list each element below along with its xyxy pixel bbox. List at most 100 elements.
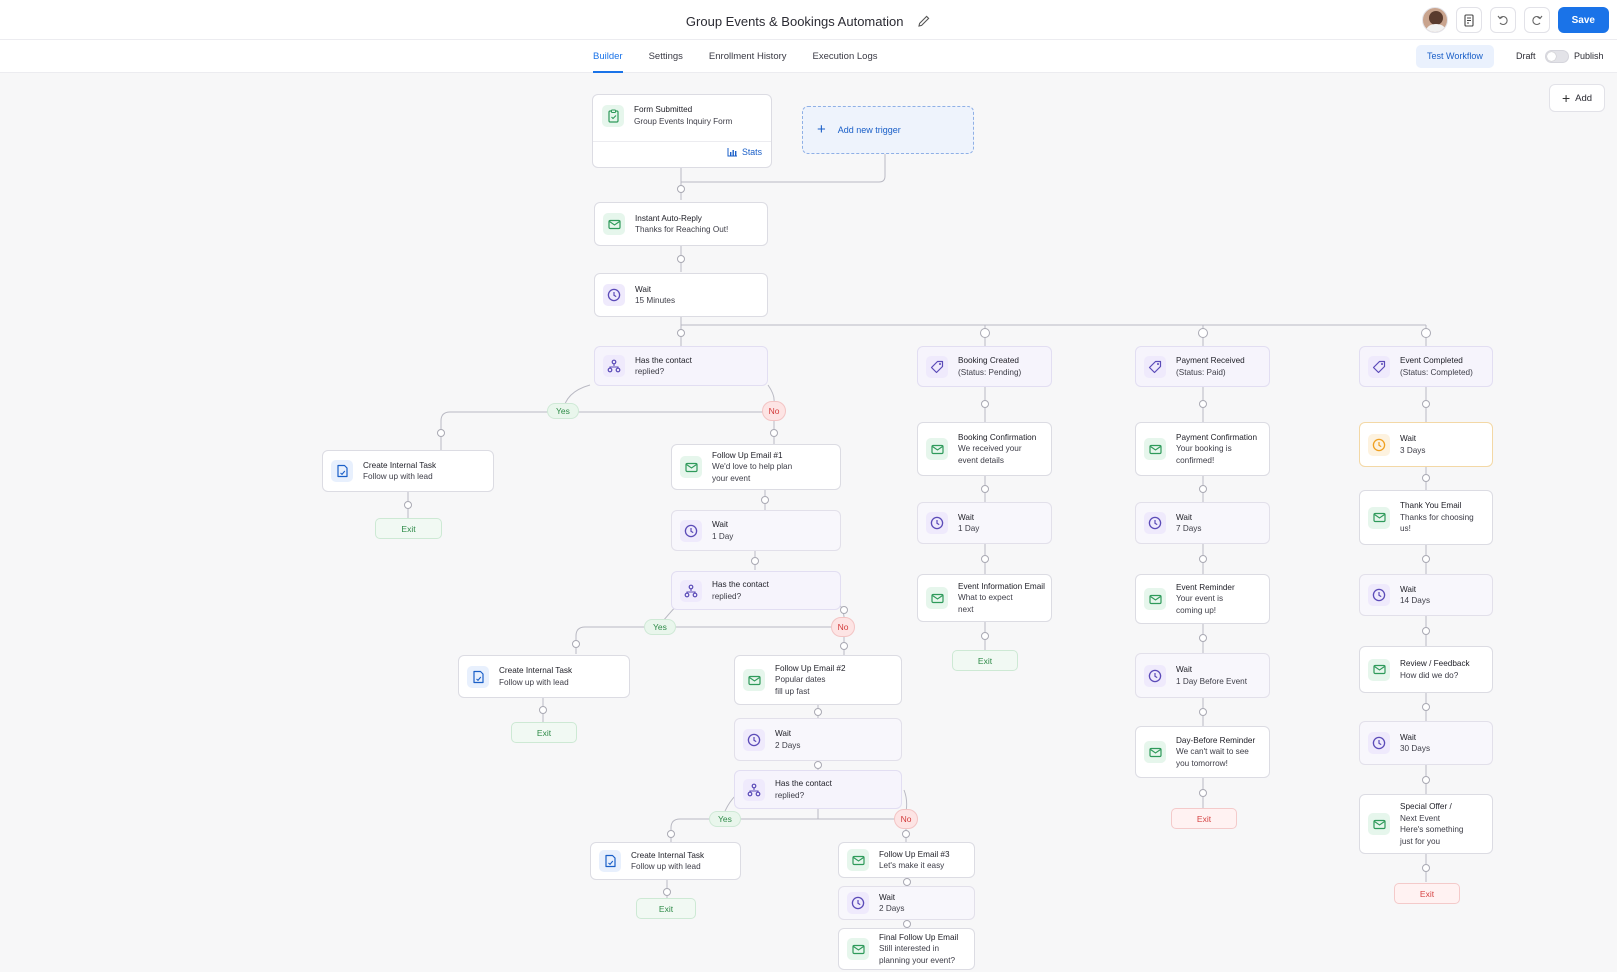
node-title: Follow Up Email #1 [712, 450, 783, 460]
exit-node[interactable]: Exit [511, 722, 577, 743]
node-title: Thank You Email [1400, 501, 1462, 511]
trigger-node-payment[interactable]: Payment Received (Status: Paid) [1135, 346, 1270, 387]
action-node-review[interactable]: Review / Feedback How did we do? [1359, 646, 1493, 693]
node-subtitle: fill up fast [775, 686, 810, 696]
node-title: Final Follow Up Email [879, 932, 959, 942]
node-subtitle: us! [1400, 524, 1411, 534]
exit-node[interactable]: Exit [1394, 883, 1460, 904]
clock-icon [1368, 433, 1390, 456]
node-title: Create Internal Task [631, 850, 705, 860]
exit-node[interactable]: Exit [375, 518, 442, 539]
action-node-pay-conf[interactable]: Payment Confirmation Your booking is confi… [1135, 422, 1270, 476]
branch-icon [603, 355, 625, 377]
no-branch-label[interactable]: No [894, 809, 918, 829]
node-subtitle: What to expect [958, 593, 1013, 603]
task-icon [599, 850, 621, 872]
condition-node-cond-3[interactable]: Has the contact replied? [734, 770, 902, 809]
action-node-fu1[interactable]: Follow Up Email #1 We'd love to help plan… [671, 444, 841, 490]
trigger-card[interactable]: Form Submitted Group Events Inquiry Form… [592, 94, 772, 168]
node-title: Wait [879, 892, 896, 902]
action-node-fu2[interactable]: Follow Up Email #2 Popular dates fill up f… [734, 655, 902, 705]
action-node-fu3[interactable]: Follow Up Email #3 Let's make it easy [838, 842, 975, 878]
wait-node-p-wait-before[interactable]: Wait 1 Day Before Event [1135, 653, 1270, 698]
node-subtitle: 1 Day [958, 524, 980, 533]
email-icon [1144, 588, 1166, 610]
wait-node-wait-15[interactable]: Wait 15 Minutes [594, 273, 768, 317]
node-title: Wait [712, 520, 729, 529]
node-title: Create Internal Task [363, 460, 437, 470]
task-icon [331, 460, 353, 482]
wait-node-wait-2d-b[interactable]: Wait 2 Days [838, 886, 975, 920]
action-node-day-before[interactable]: Day-Before Reminder We can't wait to see y… [1135, 726, 1270, 778]
node-subtitle: Follow up with lead [631, 862, 701, 871]
node-subtitle: 3 Days [1400, 445, 1426, 455]
email-icon [847, 938, 869, 960]
email-icon [926, 438, 948, 460]
node-text: Booking Created (Status: Pending) [958, 355, 1021, 378]
node-text: Special Offer / Next Event Here's somethin… [1400, 801, 1463, 847]
stats-link[interactable]: Stats [727, 147, 762, 157]
node-title: Event Reminder [1176, 582, 1235, 592]
action-node-task-2[interactable]: Create Internal Task Follow up with lead [458, 655, 630, 698]
trigger-text: Form Submitted Group Events Inquiry Form [634, 104, 732, 127]
wait-node-wait-2d[interactable]: Wait 2 Days [734, 718, 902, 761]
condition-node-cond-1[interactable]: Has the contact replied? [594, 346, 768, 386]
node-title: Wait [958, 512, 975, 522]
node-subtitle: 30 Days [1400, 744, 1431, 753]
add-trigger-label: Add new trigger [837, 125, 901, 135]
wait-node-c-wait3[interactable]: Wait 3 Days [1359, 422, 1493, 467]
node-subtitle: We can't wait to see [1176, 747, 1249, 757]
trigger-node-booking[interactable]: Booking Created (Status: Pending) [917, 346, 1052, 387]
node-title: Has the contact [635, 355, 692, 365]
action-node-final[interactable]: Final Follow Up Email Still interested in… [838, 928, 975, 970]
wait-node-c-wait14[interactable]: Wait 14 Days [1359, 574, 1493, 616]
clock-icon [1368, 584, 1390, 606]
node-subtitle: Still interested in [879, 944, 940, 954]
action-node-offer[interactable]: Special Offer / Next Event Here's somethin… [1359, 794, 1493, 854]
yes-branch-label[interactable]: Yes [547, 403, 579, 419]
node-title: Event Information Email [958, 581, 1045, 591]
node-text: Wait 7 Days [1176, 512, 1201, 535]
wait-node-wait-1d[interactable]: Wait 1 Day [671, 510, 841, 551]
exit-node[interactable]: Exit [636, 898, 696, 919]
node-title: Wait [635, 284, 652, 294]
node-subtitle: replied? [635, 367, 665, 376]
node-title: Booking Confirmation [958, 432, 1037, 442]
wait-node-b-wait[interactable]: Wait 1 Day [917, 502, 1052, 544]
node-text: Thank You Email Thanks for choosing us! [1400, 500, 1474, 535]
exit-node[interactable]: Exit [1171, 808, 1237, 829]
tag-icon [1368, 355, 1390, 378]
node-title: Wait [775, 729, 792, 738]
node-subtitle: Thanks for Reaching Out! [635, 225, 729, 234]
node-subtitle: 14 Days [1400, 596, 1431, 605]
node-subtitle: Follow up with lead [499, 677, 569, 687]
email-icon [680, 456, 702, 478]
action-node-task-3[interactable]: Create Internal Task Follow up with lead [590, 842, 741, 880]
no-branch-label[interactable]: No [762, 401, 786, 421]
node-subtitle: Your booking is [1176, 444, 1232, 454]
trigger-node-completed[interactable]: Event Completed (Status: Completed) [1359, 346, 1493, 387]
wait-node-p-wait7[interactable]: Wait 7 Days [1135, 502, 1270, 544]
condition-node-cond-2[interactable]: Has the contact replied? [671, 571, 841, 610]
node-subtitle: (Status: Pending) [958, 367, 1022, 377]
action-node-auto-reply[interactable]: Instant Auto-Reply Thanks for Reaching Ou… [594, 202, 768, 246]
action-node-reminder[interactable]: Event Reminder Your event is coming up! [1135, 574, 1270, 624]
node-title: Booking Created [958, 356, 1019, 365]
stats-label: Stats [741, 147, 762, 157]
node-title: Create Internal Task [499, 666, 573, 675]
action-node-event-info[interactable]: Event Information Email What to expect nex… [917, 574, 1052, 622]
yes-branch-label[interactable]: Yes [709, 811, 741, 827]
wait-node-c-wait30[interactable]: Wait 30 Days [1359, 721, 1493, 765]
email-icon [1368, 813, 1390, 835]
node-subtitle: Follow up with lead [363, 472, 433, 481]
action-node-task-1[interactable]: Create Internal Task Follow up with lead [322, 450, 494, 492]
node-text: Wait 1 Day [958, 512, 979, 535]
exit-node[interactable]: Exit [952, 650, 1018, 671]
no-branch-label[interactable]: No [831, 617, 855, 637]
clock-icon [926, 512, 948, 534]
action-node-thanks[interactable]: Thank You Email Thanks for choosing us! [1359, 490, 1493, 545]
add-new-trigger-button[interactable]: + Add new trigger [802, 106, 974, 154]
yes-branch-label[interactable]: Yes [644, 619, 676, 635]
node-text: Wait 2 Days [879, 892, 904, 915]
action-node-booking-conf[interactable]: Booking Confirmation We received your even… [917, 422, 1052, 476]
